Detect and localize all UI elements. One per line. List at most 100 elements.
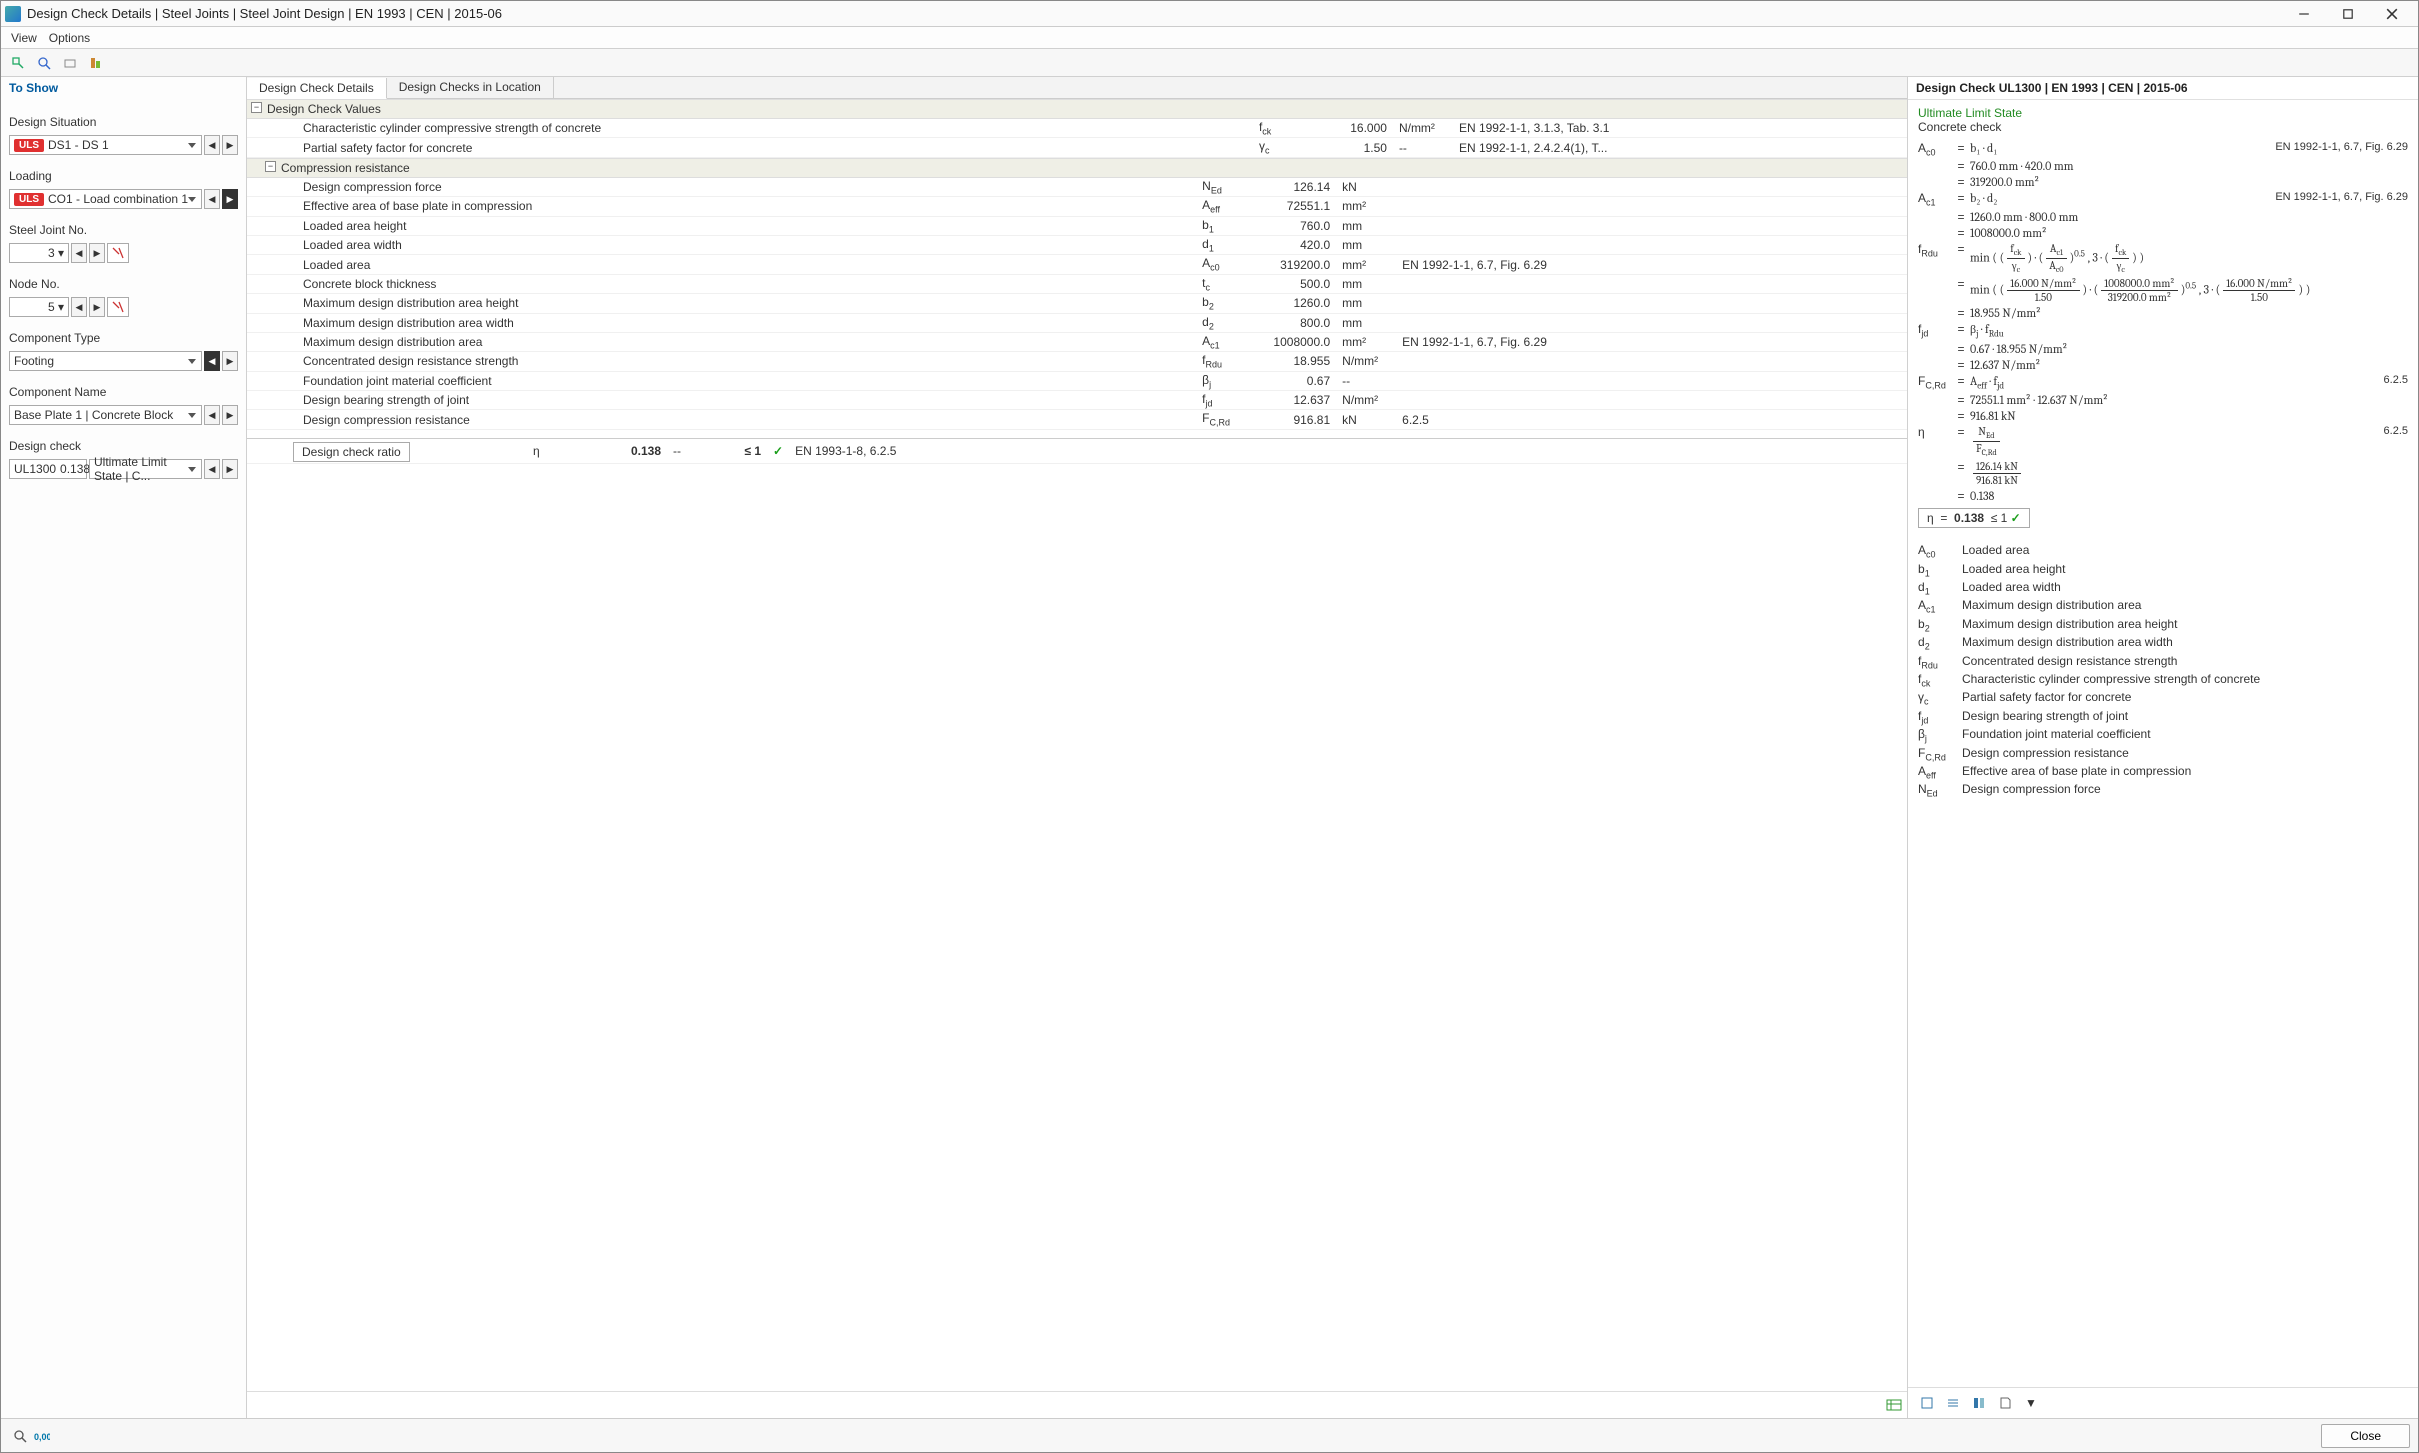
menu-view[interactable]: View xyxy=(11,31,37,45)
ratio-reference: EN 1993-1-8, 6.2.5 xyxy=(789,438,1907,463)
component-name-label: Component Name xyxy=(9,385,238,399)
loading-prev[interactable]: ◀ xyxy=(204,189,220,209)
toolbar-icon-1[interactable] xyxy=(7,52,29,74)
component-name-select[interactable]: Base Plate 1 | Concrete Block xyxy=(9,405,202,425)
bottom-search-icon[interactable] xyxy=(9,1425,31,1447)
steel-joint-next[interactable]: ▶ xyxy=(89,243,105,263)
menubar: View Options xyxy=(1,27,2418,49)
table-row: Design compression forceNEd126.14kN xyxy=(247,178,1907,197)
maximize-button[interactable] xyxy=(2326,2,2370,26)
design-situation-label: Design Situation xyxy=(9,115,238,129)
table-row: Design bearing strength of jointfjd12.63… xyxy=(247,391,1907,410)
design-check-code-field: UL1300 0.138 ✓ xyxy=(9,459,87,479)
legend-row: FC,RdDesign compression resistance xyxy=(1918,745,2408,763)
center-panel: Design Check Details Design Checks in Lo… xyxy=(247,77,1908,1418)
uls-tag: ULS xyxy=(14,139,44,152)
right-tool-dropdown[interactable]: ▼ xyxy=(2020,1392,2042,1414)
eta-result-box: η = 0.138 ≤ 1 ✓ xyxy=(1918,508,2030,528)
collapse-icon[interactable]: − xyxy=(251,102,262,113)
content-area: To Show Design Situation ULS DS1 - DS 1 … xyxy=(1,77,2418,1418)
table-row: Loaded areaAc0319200.0mm²EN 1992-1-1, 6.… xyxy=(247,255,1907,274)
legend-row: fjdDesign bearing strength of joint xyxy=(1918,708,2408,726)
node-input[interactable]: 5 ▾ xyxy=(9,297,69,317)
svg-text:0,00: 0,00 xyxy=(34,1432,50,1442)
component-type-prev[interactable]: ◀ xyxy=(204,351,220,371)
tab-design-check-details[interactable]: Design Check Details xyxy=(247,78,387,99)
table-row: Maximum design distribution areaAc110080… xyxy=(247,332,1907,351)
app-icon xyxy=(5,6,21,22)
group-compression-resistance[interactable]: − Compression resistance xyxy=(247,158,1907,178)
design-situation-prev[interactable]: ◀ xyxy=(204,135,220,155)
close-window-button[interactable] xyxy=(2370,2,2414,26)
component-name-prev[interactable]: ◀ xyxy=(204,405,220,425)
steel-joint-prev[interactable]: ◀ xyxy=(71,243,87,263)
center-bottom-toolbar xyxy=(247,1391,1907,1418)
design-check-label: Design check xyxy=(9,439,238,453)
ratio-limit: ≤ 1 xyxy=(744,444,761,458)
loading-select[interactable]: ULS CO1 - Load combination 1 xyxy=(9,189,202,209)
ratio-ok-icon: ✓ xyxy=(767,438,789,463)
center-body: − Design Check Values Characteristic cyl… xyxy=(247,99,1907,1391)
table-row: Effective area of base plate in compress… xyxy=(247,197,1907,216)
loading-next[interactable]: ▶ xyxy=(222,189,238,209)
component-name-next[interactable]: ▶ xyxy=(222,405,238,425)
right-tool-2[interactable] xyxy=(1942,1392,1964,1414)
design-situation-select[interactable]: ULS DS1 - DS 1 xyxy=(9,135,202,155)
close-button[interactable]: Close xyxy=(2321,1424,2410,1448)
table-row: Loaded area widthd1420.0mm xyxy=(247,235,1907,254)
right-title: Design Check UL1300 | EN 1993 | CEN | 20… xyxy=(1908,77,2418,100)
component-type-label: Component Type xyxy=(9,331,238,345)
steel-joint-pick-icon[interactable] xyxy=(107,243,129,263)
legend-row: d1Loaded area width xyxy=(1918,579,2408,597)
right-subtitle: Ultimate Limit State xyxy=(1918,106,2408,120)
design-situation-next[interactable]: ▶ xyxy=(222,135,238,155)
legend-row: Ac1Maximum design distribution area xyxy=(1918,597,2408,615)
minimize-button[interactable] xyxy=(2282,2,2326,26)
right-tool-3[interactable] xyxy=(1968,1392,1990,1414)
legend-row: d2Maximum design distribution area width xyxy=(1918,634,2408,652)
table-row: Maximum design distribution area heightb… xyxy=(247,294,1907,313)
legend-row: fckCharacteristic cylinder compressive s… xyxy=(1918,671,2408,689)
legend-row: b1Loaded area height xyxy=(1918,561,2408,579)
menu-options[interactable]: Options xyxy=(49,31,90,45)
table-row: Loaded area heightb1760.0mm xyxy=(247,216,1907,235)
design-check-prev[interactable]: ◀ xyxy=(204,459,220,479)
export-table-icon[interactable] xyxy=(1883,1394,1905,1416)
right-subtitle-2: Concrete check xyxy=(1918,120,2408,134)
frdu-formula-numeric: = min ( (16.000 N/mm²1.50) · (1008000.0 … xyxy=(1918,276,2408,305)
component-type-next[interactable]: ▶ xyxy=(222,351,238,371)
legend-row: γcPartial safety factor for concrete xyxy=(1918,689,2408,707)
node-label: Node No. xyxy=(9,277,238,291)
table-row: Characteristic cylinder compressive stre… xyxy=(247,119,1907,138)
design-check-next[interactable]: ▶ xyxy=(222,459,238,479)
panel-title: To Show xyxy=(9,81,238,95)
collapse-icon[interactable]: − xyxy=(265,161,276,172)
window-title: Design Check Details | Steel Joints | St… xyxy=(27,6,2282,21)
node-next[interactable]: ▶ xyxy=(89,297,105,317)
toolbar-icon-3[interactable] xyxy=(59,52,81,74)
window-controls xyxy=(2282,2,2414,26)
right-tool-4[interactable] xyxy=(1994,1392,2016,1414)
main-window: Design Check Details | Steel Joints | St… xyxy=(0,0,2419,1453)
titlebar: Design Check Details | Steel Joints | St… xyxy=(1,1,2418,27)
group-design-check-values[interactable]: − Design Check Values xyxy=(247,99,1907,119)
steel-joint-label: Steel Joint No. xyxy=(9,223,238,237)
toolbar-icon-4[interactable] xyxy=(85,52,107,74)
ratio-symbol: η xyxy=(527,438,587,463)
loading-label: Loading xyxy=(9,169,238,183)
node-pick-icon[interactable] xyxy=(107,297,129,317)
bottom-units-icon[interactable]: 0,00 xyxy=(31,1425,53,1447)
right-tool-1[interactable] xyxy=(1916,1392,1938,1414)
toolbar-icon-2[interactable] xyxy=(33,52,55,74)
values-table-comp: Design compression forceNEd126.14kNEffec… xyxy=(247,178,1907,430)
legend-row: βjFoundation joint material coefficient xyxy=(1918,726,2408,744)
node-prev[interactable]: ◀ xyxy=(71,297,87,317)
values-table-top: Characteristic cylinder compressive stre… xyxy=(247,119,1907,158)
tab-design-checks-in-location[interactable]: Design Checks in Location xyxy=(387,77,554,98)
component-type-select[interactable]: Footing xyxy=(9,351,202,371)
legend-row: AeffEffective area of base plate in comp… xyxy=(1918,763,2408,781)
design-check-select[interactable]: Ultimate Limit State | C... xyxy=(89,459,202,479)
table-row: Concrete block thicknesstc500.0mm xyxy=(247,274,1907,293)
steel-joint-input[interactable]: 3 ▾ xyxy=(9,243,69,263)
icon-toolbar xyxy=(1,49,2418,77)
